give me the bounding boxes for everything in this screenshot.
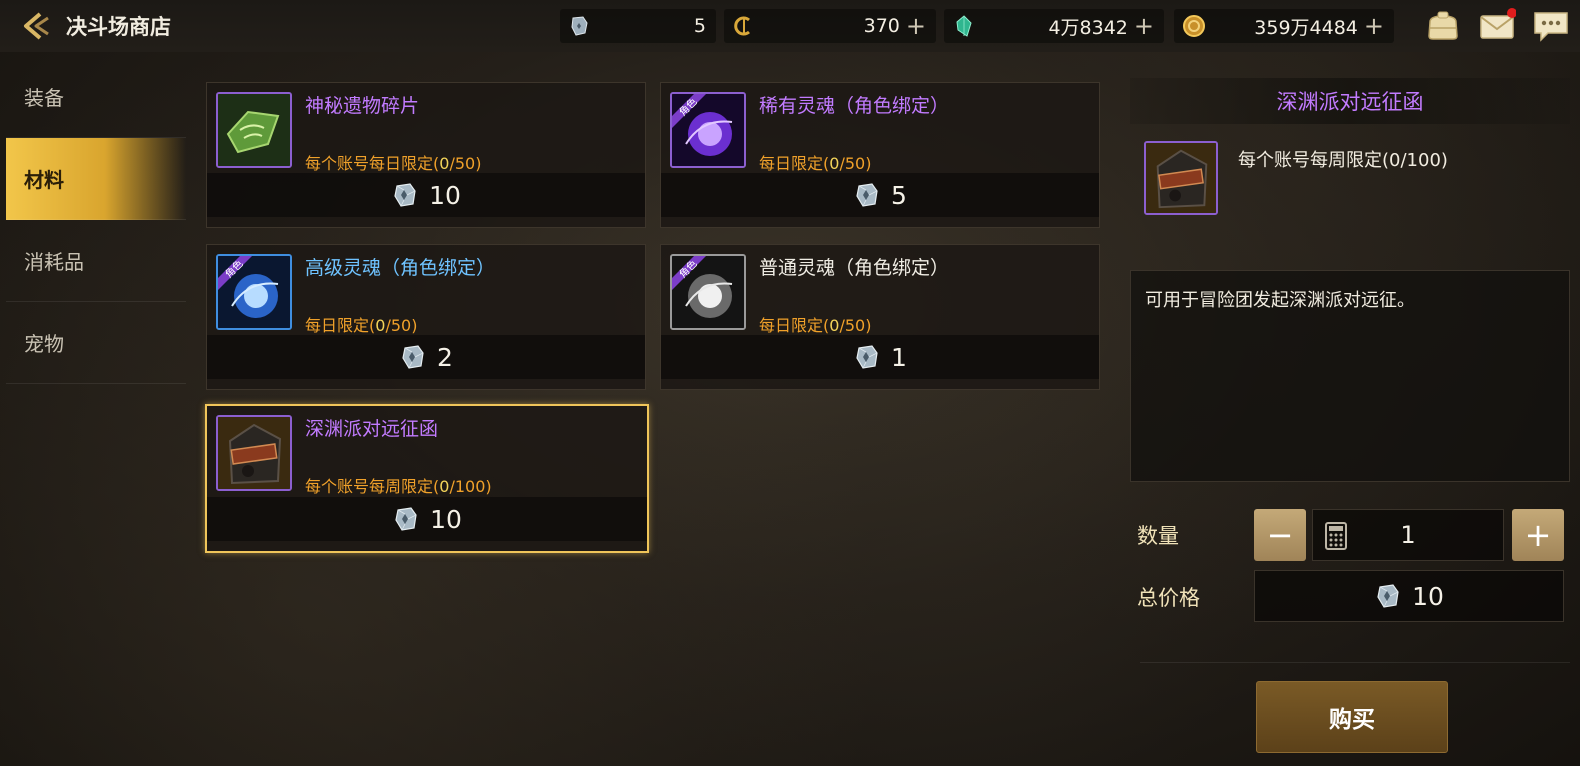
duel-token-icon xyxy=(571,16,588,36)
item-name: 稀有灵魂（角色绑定） xyxy=(759,95,950,117)
purchase-limit: 每日限定(0/50) xyxy=(305,316,418,335)
buy-button-label: 购买 xyxy=(1329,707,1375,733)
item-name: 普通灵魂（角色绑定） xyxy=(759,257,950,279)
currency-value: 4万8342 xyxy=(1048,16,1128,39)
sidebar-item-label: 装备 xyxy=(24,86,64,110)
item-price: 5 xyxy=(661,173,1099,217)
quantity-input[interactable]: 1 xyxy=(1312,509,1504,561)
duel-token-icon xyxy=(853,343,881,371)
divider xyxy=(1140,662,1570,663)
currency-value: 370 xyxy=(863,15,900,37)
increase-quantity-button[interactable]: + xyxy=(1512,509,1564,561)
quantity-label: 数量 xyxy=(1137,524,1179,548)
price-value: 2 xyxy=(437,342,453,372)
plus-icon: + xyxy=(1524,516,1552,554)
currency-value: 5 xyxy=(693,15,706,37)
purchase-limit: 每个账号每周限定(0/100) xyxy=(305,477,492,496)
item-name: 高级灵魂（角色绑定） xyxy=(305,257,496,279)
green-crystal-icon xyxy=(956,15,972,37)
currency-duel-token: 5 xyxy=(560,9,716,43)
relic-fragment-icon xyxy=(218,94,290,166)
duel-token-icon xyxy=(1374,582,1402,610)
item-thumbnail: 角色 xyxy=(216,254,292,330)
sidebar-item-consumables[interactable]: 消耗品 xyxy=(6,220,186,302)
chat-icon[interactable] xyxy=(1532,8,1570,44)
price-value: 1 xyxy=(891,342,907,372)
currency-gold: 359万4484 + xyxy=(1174,9,1394,43)
item-price: 10 xyxy=(207,497,647,541)
detail-item-thumbnail xyxy=(1144,141,1218,215)
add-c-coin-button[interactable]: + xyxy=(906,14,926,38)
price-value: 5 xyxy=(891,180,907,210)
item-name: 深渊派对远征函 xyxy=(305,418,439,440)
advanced-soul-icon: 角色 xyxy=(218,256,290,328)
shop-item-card[interactable]: 角色 普通灵魂（角色绑定） 每日限定(0/50) 1 xyxy=(660,244,1100,390)
duel-token-icon xyxy=(853,181,881,209)
mail-icon[interactable] xyxy=(1478,8,1516,44)
duel-token-icon xyxy=(392,505,420,533)
sidebar-item-pets[interactable]: 宠物 xyxy=(6,302,186,384)
total-price-value: 10 xyxy=(1412,581,1444,611)
shop-item-card[interactable]: 角色 高级灵魂（角色绑定） 每日限定(0/50) 2 xyxy=(206,244,646,390)
purchase-limit: 每个账号每日限定(0/50) xyxy=(305,154,482,173)
add-gold-button[interactable]: + xyxy=(1364,14,1384,38)
expedition-letter-icon xyxy=(218,417,290,489)
add-crystal-button[interactable]: + xyxy=(1134,14,1154,38)
decrease-quantity-button[interactable]: − xyxy=(1254,509,1306,561)
back-arrow-icon xyxy=(24,12,49,40)
category-sidebar: 装备 材料 消耗品 宠物 xyxy=(6,56,186,384)
item-thumbnail xyxy=(216,92,292,168)
rare-soul-icon: 角色 xyxy=(672,94,744,166)
item-price: 1 xyxy=(661,335,1099,379)
inventory-pouch-icon[interactable] xyxy=(1424,8,1462,44)
item-price: 10 xyxy=(207,173,645,217)
gold-coin-icon xyxy=(1183,15,1205,37)
item-name: 神秘遗物碎片 xyxy=(305,95,420,117)
detail-purchase-limit: 每个账号每周限定(0/100) xyxy=(1238,150,1448,171)
shop-item-card[interactable]: 神秘遗物碎片 每个账号每日限定(0/50) 10 xyxy=(206,82,646,228)
shop-item-card[interactable]: 角色 稀有灵魂（角色绑定） 每日限定(0/50) 5 xyxy=(660,82,1100,228)
item-thumbnail: 角色 xyxy=(670,92,746,168)
currency-value: 359万4484 xyxy=(1254,16,1358,39)
item-thumbnail: 角色 xyxy=(670,254,746,330)
page-title: 决斗场商店 xyxy=(66,15,171,39)
shop-item-card-selected[interactable]: 深渊派对远征函 每个账号每周限定(0/100) 10 xyxy=(205,404,649,553)
sidebar-item-equipment[interactable]: 装备 xyxy=(6,56,186,138)
price-value: 10 xyxy=(429,180,461,210)
sidebar-item-label: 消耗品 xyxy=(24,250,84,274)
item-description: 可用于冒险团发起深渊派对远征。 xyxy=(1130,270,1570,482)
total-price: 10 xyxy=(1254,570,1564,622)
buy-button[interactable]: 购买 xyxy=(1256,681,1448,753)
purchase-limit: 每日限定(0/50) xyxy=(759,316,872,335)
quantity-value: 1 xyxy=(1400,521,1416,549)
detail-title: 深渊派对远征函 xyxy=(1130,78,1570,124)
minus-icon: − xyxy=(1266,516,1294,554)
purchase-limit: 每日限定(0/50) xyxy=(759,154,872,173)
calculator-icon[interactable] xyxy=(1325,522,1347,550)
currency-green-crystal: 4万8342 + xyxy=(944,9,1164,43)
duel-token-icon xyxy=(399,343,427,371)
common-soul-icon: 角色 xyxy=(672,256,744,328)
item-thumbnail xyxy=(216,415,292,491)
price-value: 10 xyxy=(430,504,462,534)
sidebar-item-label: 宠物 xyxy=(24,332,64,356)
expedition-letter-icon xyxy=(1146,143,1216,213)
duel-token-icon xyxy=(391,181,419,209)
sidebar-item-label: 材料 xyxy=(24,168,64,192)
total-price-label: 总价格 xyxy=(1137,586,1200,610)
description-text: 可用于冒险团发起深渊派对远征。 xyxy=(1145,290,1415,311)
c-coin-icon xyxy=(734,16,750,36)
currency-c-coin: 370 + xyxy=(724,9,936,43)
item-price: 2 xyxy=(207,335,645,379)
sidebar-item-materials[interactable]: 材料 xyxy=(6,138,186,220)
back-button[interactable] xyxy=(14,4,58,48)
